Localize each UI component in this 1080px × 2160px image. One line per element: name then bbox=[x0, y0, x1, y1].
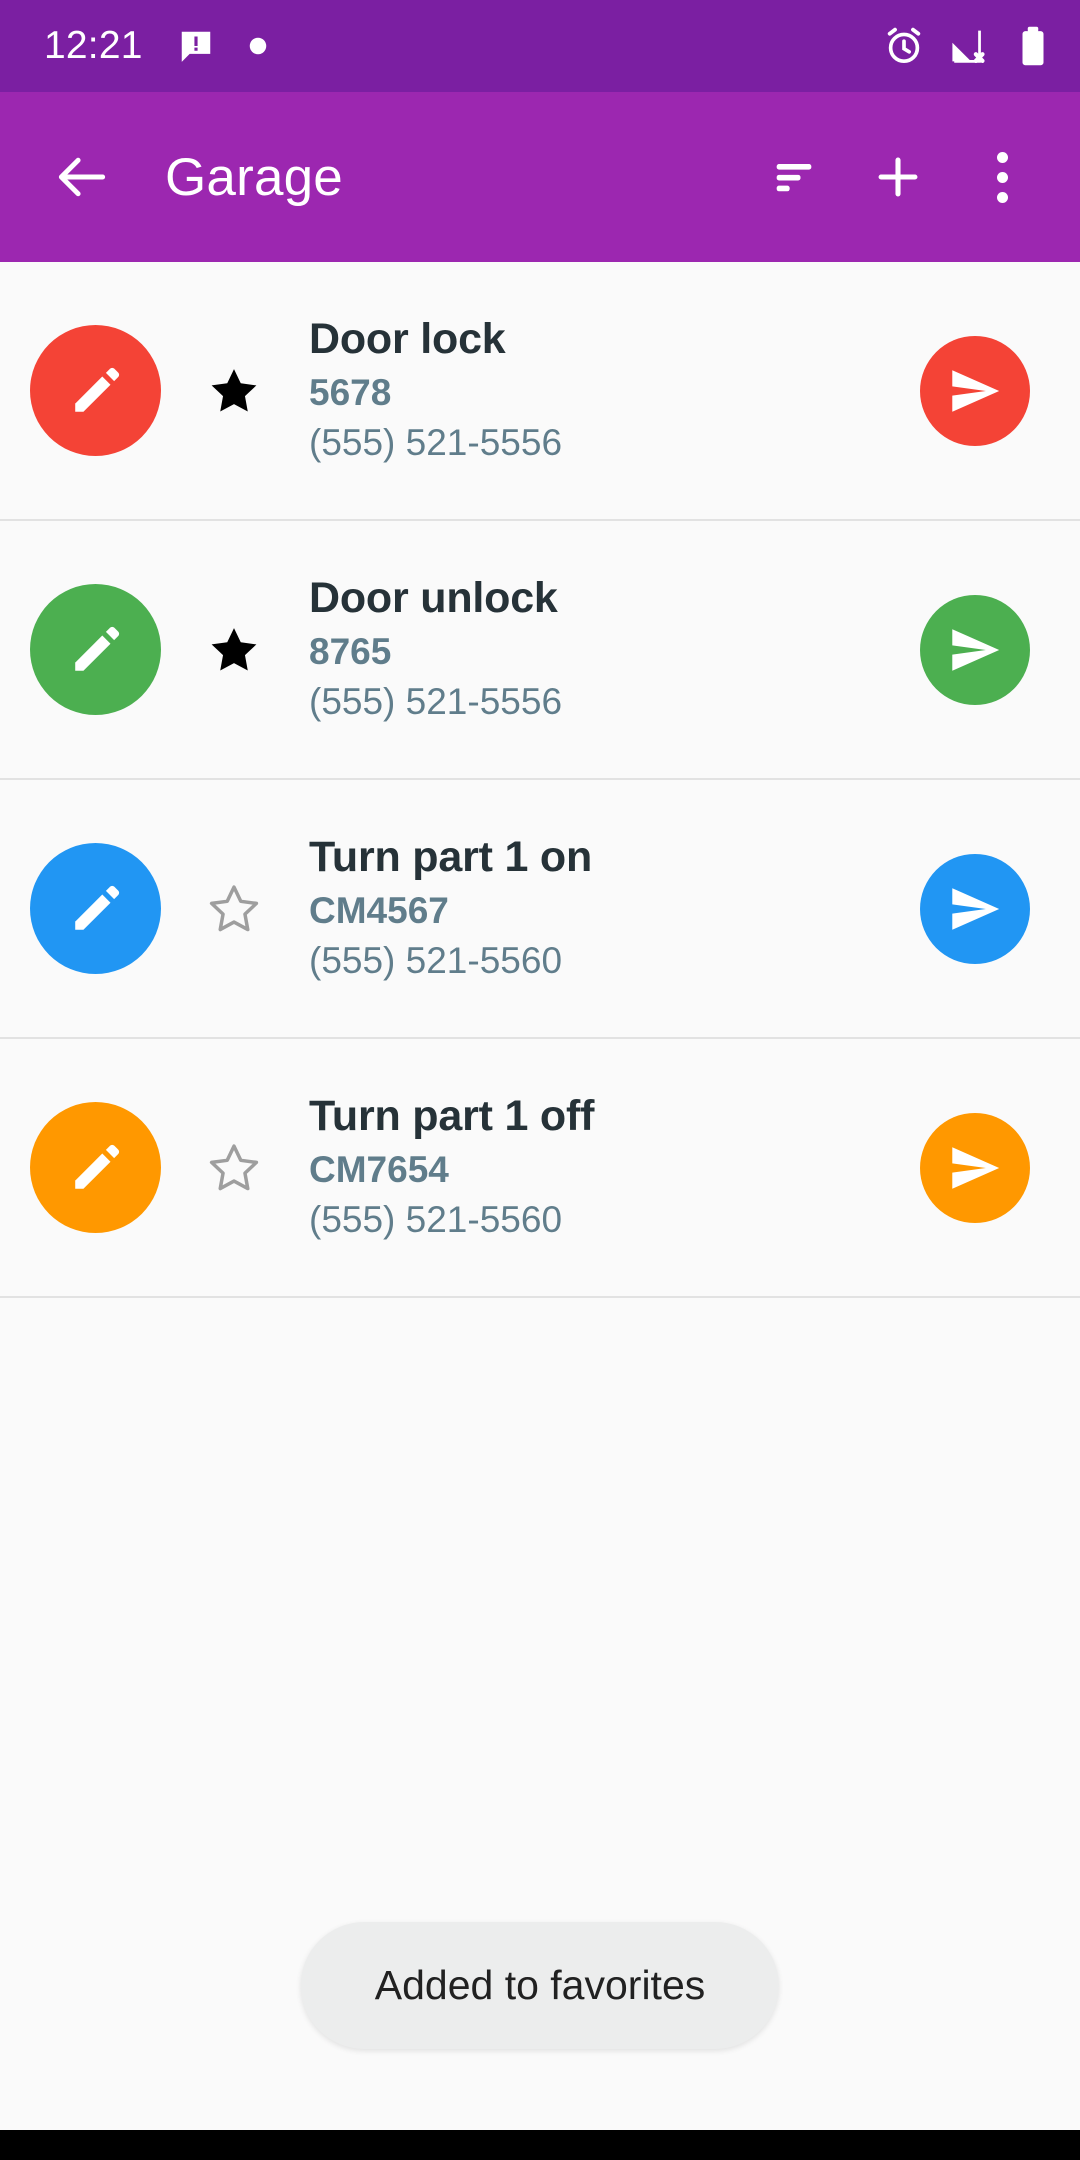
command-list: Door lock 5678 (555) 521-5556 Door unloc… bbox=[0, 262, 1080, 1298]
sort-button[interactable] bbox=[742, 125, 846, 229]
status-bar-left: 12:21 bbox=[44, 24, 882, 68]
command-code: 8765 bbox=[309, 630, 392, 672]
pencil-icon bbox=[74, 626, 119, 671]
status-bar-right bbox=[882, 24, 1052, 68]
page-title: Garage bbox=[165, 147, 343, 207]
command-code: CM7654 bbox=[309, 1148, 449, 1190]
star-filled-icon bbox=[211, 368, 257, 412]
add-button[interactable] bbox=[846, 125, 950, 229]
command-details: Turn part 1 off CM7654 (555) 521-5560 bbox=[309, 1091, 920, 1244]
favorite-toggle[interactable] bbox=[189, 363, 279, 419]
command-details: Turn part 1 on CM4567 (555) 521-5560 bbox=[309, 832, 920, 985]
overflow-menu-button[interactable] bbox=[950, 125, 1054, 229]
command-title: Turn part 1 off bbox=[309, 1092, 595, 1141]
favorite-toggle[interactable] bbox=[189, 1140, 279, 1196]
pencil-icon bbox=[74, 1144, 119, 1189]
table-row[interactable]: Turn part 1 off CM7654 (555) 521-5560 bbox=[0, 1039, 1080, 1298]
phone-screen: 12:21 Garage Door lock 5678 (555) 521-55… bbox=[0, 0, 1080, 2160]
send-button[interactable] bbox=[920, 335, 1030, 446]
signal-off-icon bbox=[952, 30, 985, 63]
sort-icon bbox=[776, 164, 812, 192]
table-row[interactable]: Door lock 5678 (555) 521-5556 bbox=[0, 262, 1080, 521]
add-icon bbox=[878, 157, 918, 197]
send-button[interactable] bbox=[920, 594, 1030, 705]
overflow-menu-icon bbox=[996, 151, 1008, 203]
edit-button[interactable] bbox=[30, 843, 161, 974]
command-phone: (555) 521-5556 bbox=[309, 680, 563, 722]
edit-button[interactable] bbox=[30, 584, 161, 715]
arrow-back-icon bbox=[58, 157, 106, 197]
command-details: Door lock 5678 (555) 521-5556 bbox=[309, 314, 920, 467]
command-code: 5678 bbox=[309, 371, 392, 413]
command-details: Door unlock 8765 (555) 521-5556 bbox=[309, 573, 920, 726]
command-phone: (555) 521-5556 bbox=[309, 421, 563, 463]
status-bar: 12:21 bbox=[0, 0, 1080, 92]
status-clock: 12:21 bbox=[44, 24, 143, 67]
command-code: CM4567 bbox=[309, 889, 449, 931]
favorite-toggle[interactable] bbox=[189, 622, 279, 678]
table-row[interactable]: Turn part 1 on CM4567 (555) 521-5560 bbox=[0, 780, 1080, 1039]
toast-snackbar: Added to favorites bbox=[300, 1922, 780, 2049]
send-icon bbox=[952, 369, 1000, 412]
send-button[interactable] bbox=[920, 853, 1030, 964]
dot-icon bbox=[249, 37, 266, 55]
command-title: Door lock bbox=[309, 315, 506, 364]
pencil-icon bbox=[74, 367, 119, 412]
app-bar: Garage bbox=[0, 92, 1080, 262]
edit-button[interactable] bbox=[30, 1102, 161, 1233]
system-navigation-bar bbox=[0, 2130, 1080, 2160]
send-button[interactable] bbox=[920, 1112, 1030, 1223]
pencil-icon bbox=[74, 885, 119, 930]
table-row[interactable]: Door unlock 8765 (555) 521-5556 bbox=[0, 521, 1080, 780]
send-icon bbox=[952, 887, 1000, 930]
back-button[interactable] bbox=[28, 123, 136, 231]
alarm-icon bbox=[887, 27, 921, 64]
message-alert-icon bbox=[181, 31, 210, 62]
edit-button[interactable] bbox=[30, 325, 161, 456]
send-icon bbox=[952, 628, 1000, 671]
command-phone: (555) 521-5560 bbox=[309, 1198, 563, 1240]
toast-message: Added to favorites bbox=[374, 1962, 706, 2008]
star-outline-icon bbox=[209, 1143, 259, 1190]
star-filled-icon bbox=[211, 627, 257, 671]
command-phone: (555) 521-5560 bbox=[309, 939, 563, 981]
battery-icon bbox=[1022, 26, 1044, 66]
command-title: Door unlock bbox=[309, 574, 558, 623]
favorite-toggle[interactable] bbox=[189, 881, 279, 937]
command-title: Turn part 1 on bbox=[309, 833, 593, 882]
star-outline-icon bbox=[209, 884, 259, 931]
send-icon bbox=[952, 1146, 1000, 1189]
